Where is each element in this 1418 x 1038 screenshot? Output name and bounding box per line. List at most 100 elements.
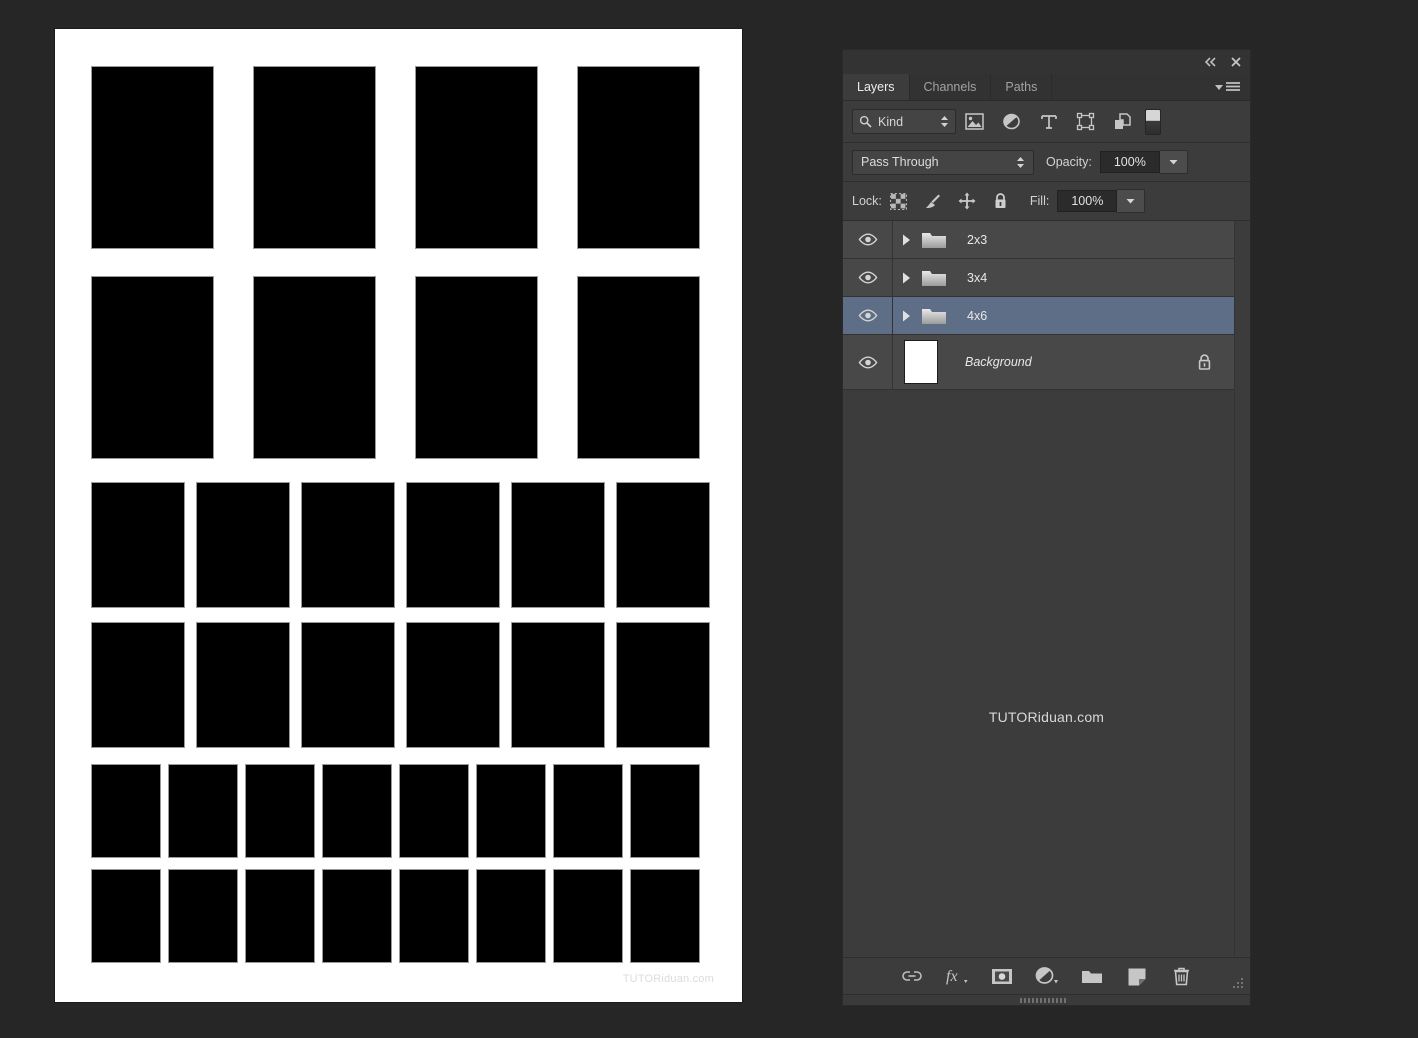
layer-style-fx-icon[interactable]: fx [944,963,970,989]
photo-cell[interactable] [254,277,375,458]
lock-all-icon[interactable] [984,187,1018,215]
new-adjustment-layer-icon[interactable] [1034,963,1060,989]
delete-layer-icon[interactable] [1169,963,1195,989]
opacity-label: Opacity: [1046,155,1092,169]
layer-group-folder-icon [919,306,949,326]
group-expand-triangle-icon[interactable] [893,272,919,284]
lock-image-pixels-icon[interactable] [916,187,950,215]
panel-drag-strip[interactable] [843,994,1250,1005]
photo-cell[interactable] [254,67,375,248]
photo-cell[interactable] [323,765,391,857]
layer-name-label[interactable]: 2x3 [949,233,1234,247]
photo-cell[interactable] [617,483,709,607]
layer-visibility-eye-icon[interactable] [843,259,893,296]
layer-row-4x6[interactable]: 4x6 [843,297,1234,335]
photo-cell[interactable] [400,765,468,857]
layer-row-2x3[interactable]: 2x3 [843,221,1234,259]
group-expand-triangle-icon[interactable] [893,234,919,246]
tab-channels[interactable]: Channels [910,74,992,100]
smart-object-filter-icon[interactable] [1104,107,1141,137]
photo-cell[interactable] [92,765,160,857]
lock-transparent-pixels-icon[interactable] [882,187,916,215]
type-layers-filter-icon[interactable] [1030,107,1067,137]
tab-strip-filler [1052,74,1215,100]
photo-cell[interactable] [554,765,622,857]
photo-cell[interactable] [407,483,499,607]
panel-titlebar [843,50,1250,74]
filter-enable-toggle[interactable] [1145,109,1161,135]
lock-position-icon[interactable] [950,187,984,215]
opacity-input[interactable]: 100% [1100,151,1160,173]
photo-cell[interactable] [554,870,622,962]
photo-cell[interactable] [92,870,160,962]
photo-cell[interactable] [512,623,604,747]
layer-visibility-eye-icon[interactable] [843,335,893,389]
layer-thumbnail[interactable] [893,340,949,384]
fill-dropdown-icon[interactable] [1117,189,1145,213]
photo-cell[interactable] [631,765,699,857]
layer-visibility-eye-icon[interactable] [843,221,893,258]
layer-list[interactable]: 2x3 3x4 4x6 Background [843,221,1234,957]
add-layer-mask-icon[interactable] [989,963,1015,989]
photo-cell[interactable] [631,870,699,962]
layer-name-label[interactable]: Background [949,355,1197,369]
fill-input[interactable]: 100% [1057,190,1117,212]
photo-cell[interactable] [477,765,545,857]
photo-cell[interactable] [512,483,604,607]
photo-cell[interactable] [578,277,699,458]
link-layers-icon[interactable] [899,963,925,989]
layer-name-label[interactable]: 3x4 [949,271,1234,285]
layer-group-folder-icon [919,230,949,250]
photo-cell[interactable] [92,277,213,458]
photo-cell[interactable] [302,623,394,747]
filter-kind-select[interactable]: Kind [852,109,956,134]
photo-cell[interactable] [169,765,237,857]
panel-resize-grip[interactable] [1233,977,1245,989]
photo-cell[interactable] [407,623,499,747]
photo-cell[interactable] [92,67,213,248]
layer-group-folder-icon [919,268,949,288]
layer-visibility-eye-icon[interactable] [843,297,893,334]
photo-cell[interactable] [416,67,537,248]
new-group-icon[interactable] [1079,963,1105,989]
close-icon[interactable] [1230,56,1242,68]
group-expand-triangle-icon[interactable] [893,310,919,322]
photo-cell[interactable] [246,870,314,962]
layers-panel-footer: fx [843,957,1250,994]
photo-cell[interactable] [246,765,314,857]
pixel-layers-filter-icon[interactable] [956,107,993,137]
tab-layers[interactable]: Layers [843,74,910,100]
photo-cell[interactable] [302,483,394,607]
shape-layers-filter-icon[interactable] [1067,107,1104,137]
opacity-dropdown-icon[interactable] [1160,150,1188,174]
layer-list-area: 2x33x44x6Background TUTORiduan.com [843,221,1250,957]
tab-paths[interactable]: Paths [991,74,1052,100]
panel-menu-icon[interactable] [1215,74,1250,100]
photo-cell[interactable] [197,483,289,607]
layer-filter-row: Kind [843,101,1250,143]
photo-cell[interactable] [197,623,289,747]
photoshop-workspace: TUTORiduan.com Layers Channel [0,0,1418,1038]
collapse-to-icons-icon[interactable] [1204,57,1218,67]
layer-list-scrollbar[interactable] [1234,221,1250,957]
new-layer-icon[interactable] [1124,963,1150,989]
photo-cell[interactable] [92,623,184,747]
stepper-arrows-icon [1016,156,1025,169]
photo-cell[interactable] [400,870,468,962]
layer-row-background[interactable]: Background [843,335,1234,390]
document-canvas[interactable]: TUTORiduan.com [55,29,742,1002]
adjustment-layers-filter-icon[interactable] [993,107,1030,137]
layer-locked-padlock-icon [1197,353,1212,371]
photo-cell[interactable] [323,870,391,962]
photo-cell[interactable] [477,870,545,962]
photo-cell[interactable] [578,67,699,248]
document-watermark: TUTORiduan.com [623,973,714,985]
blend-mode-select[interactable]: Pass Through [852,150,1034,175]
layer-row-3x4[interactable]: 3x4 [843,259,1234,297]
layer-name-label[interactable]: 4x6 [949,309,1234,323]
photo-cell[interactable] [92,483,184,607]
photo-cell[interactable] [617,623,709,747]
photo-cell[interactable] [416,277,537,458]
photo-cell[interactable] [169,870,237,962]
stepper-arrows-icon [940,115,949,128]
